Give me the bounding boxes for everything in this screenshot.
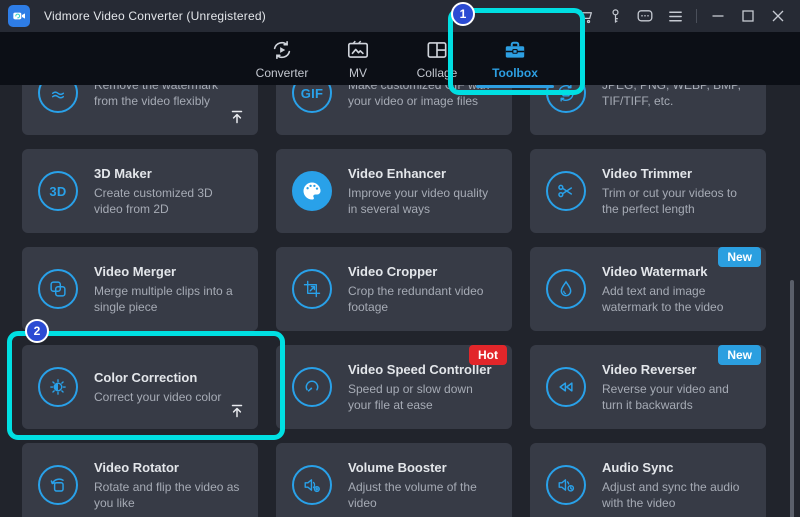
cart-icon[interactable] bbox=[576, 7, 594, 25]
rewind-icon bbox=[546, 367, 586, 407]
tab-toolbox[interactable]: Toolbox bbox=[475, 37, 555, 88]
card-gif-maker[interactable]: GIF Make customized GIF with your video … bbox=[276, 85, 512, 135]
card-video-cropper[interactable]: Video Cropper Crop the redundant video f… bbox=[276, 247, 512, 331]
tab-converter[interactable]: Converter bbox=[242, 37, 322, 80]
card-description: Reverse your video and turn it backwards bbox=[602, 381, 752, 413]
tab-mv[interactable]: MV bbox=[318, 37, 398, 80]
scissors-icon bbox=[546, 171, 586, 211]
toolbox-panel: Remove the watermark from the video flex… bbox=[0, 85, 800, 517]
rotate-icon bbox=[38, 465, 78, 505]
card-description: Correct your video color bbox=[94, 389, 221, 405]
card-video-watermark[interactable]: New Video Watermark Add text and image w… bbox=[530, 247, 766, 331]
card-title: Video Rotator bbox=[94, 460, 244, 475]
card-3d-maker[interactable]: 3D 3D Maker Create customized 3D video f… bbox=[22, 149, 258, 233]
toolbox-icon bbox=[502, 37, 528, 63]
card-video-enhancer[interactable]: Video Enhancer Improve your video qualit… bbox=[276, 149, 512, 233]
3d-icon-text: 3D bbox=[49, 184, 66, 199]
tab-toolbox-label: Toolbox bbox=[492, 66, 538, 80]
card-volume-booster[interactable]: Volume Booster Adjust the volume of the … bbox=[276, 443, 512, 517]
card-watermark-remover[interactable]: Remove the watermark from the video flex… bbox=[22, 85, 258, 135]
active-tab-underline bbox=[476, 85, 554, 88]
tab-mv-label: MV bbox=[349, 66, 367, 80]
card-video-merger[interactable]: Video Merger Merge multiple clips into a… bbox=[22, 247, 258, 331]
image-converter-icon bbox=[546, 85, 586, 113]
card-description: Add text and image watermark to the vide… bbox=[602, 283, 752, 315]
app-logo-icon bbox=[8, 5, 30, 27]
tool-grid: Remove the watermark from the video flex… bbox=[22, 85, 766, 517]
card-description: Adjust and sync the audio with the video bbox=[602, 479, 752, 511]
converter-icon bbox=[269, 37, 295, 63]
tab-collage[interactable]: Collage bbox=[397, 37, 477, 80]
card-description: JPEG, PNG, WEBP, BMP, TIF/TIFF, etc. bbox=[602, 85, 752, 109]
close-button[interactable] bbox=[769, 7, 787, 25]
card-description: Create customized 3D video from 2D bbox=[94, 185, 244, 217]
gif-maker-icon: GIF bbox=[292, 85, 332, 113]
card-title: Video Cropper bbox=[348, 264, 498, 279]
collage-icon bbox=[424, 37, 450, 63]
card-title: 3D Maker bbox=[94, 166, 244, 181]
card-title: Video Merger bbox=[94, 264, 244, 279]
card-title: Audio Sync bbox=[602, 460, 752, 475]
key-icon[interactable] bbox=[606, 7, 624, 25]
vertical-scrollbar-thumb[interactable] bbox=[790, 280, 794, 517]
watermark-remover-icon bbox=[38, 85, 78, 113]
card-description: Merge multiple clips into a single piece bbox=[94, 283, 244, 315]
card-video-reverser[interactable]: New Video Reverser Reverse your video an… bbox=[530, 345, 766, 429]
window-title: Vidmore Video Converter (Unregistered) bbox=[44, 9, 266, 23]
titlebar: Vidmore Video Converter (Unregistered) bbox=[0, 0, 800, 32]
gauge-icon bbox=[292, 367, 332, 407]
crop-icon bbox=[292, 269, 332, 309]
card-color-correction[interactable]: Color Correction Correct your video colo… bbox=[22, 345, 258, 429]
feedback-icon[interactable] bbox=[636, 7, 654, 25]
card-video-speed-controller[interactable]: Hot Video Speed Controller Speed up or s… bbox=[276, 345, 512, 429]
new-badge: New bbox=[718, 247, 761, 267]
audio-clock-icon bbox=[546, 465, 586, 505]
palette-icon bbox=[292, 171, 332, 211]
card-description: Make customized GIF with your video or i… bbox=[348, 85, 498, 109]
card-description: Remove the watermark from the video flex… bbox=[94, 85, 244, 109]
card-description: Crop the redundant video footage bbox=[348, 283, 498, 315]
sun-icon bbox=[38, 367, 78, 407]
new-badge: New bbox=[718, 345, 761, 365]
card-video-rotator[interactable]: Video Rotator Rotate and flip the video … bbox=[22, 443, 258, 517]
3d-icon: 3D bbox=[38, 171, 78, 211]
gif-icon-text: GIF bbox=[301, 86, 324, 101]
card-description: Rotate and flip the video as you like bbox=[94, 479, 244, 511]
maximize-button[interactable] bbox=[739, 7, 757, 25]
card-description: Speed up or slow down your file at ease bbox=[348, 381, 498, 413]
volume-plus-icon bbox=[292, 465, 332, 505]
titlebar-separator bbox=[696, 9, 697, 23]
tab-collage-label: Collage bbox=[417, 66, 458, 80]
card-title: Volume Booster bbox=[348, 460, 498, 475]
card-description: Trim or cut your videos to the perfect l… bbox=[602, 185, 752, 217]
step-2-badge: 2 bbox=[25, 319, 49, 343]
card-audio-sync[interactable]: Audio Sync Adjust and sync the audio wit… bbox=[530, 443, 766, 517]
droplet-icon bbox=[546, 269, 586, 309]
merge-icon bbox=[38, 269, 78, 309]
app-window: Vidmore Video Converter (Unregistered) bbox=[0, 0, 800, 517]
card-title: Video Trimmer bbox=[602, 166, 752, 181]
main-navigation: Converter MV Collage bbox=[0, 32, 800, 85]
hot-badge: Hot bbox=[469, 345, 507, 365]
card-image-converter[interactable]: JPEG, PNG, WEBP, BMP, TIF/TIFF, etc. bbox=[530, 85, 766, 135]
card-title: Video Enhancer bbox=[348, 166, 498, 181]
minimize-button[interactable] bbox=[709, 7, 727, 25]
menu-icon[interactable] bbox=[666, 7, 684, 25]
step-1-badge: 1 bbox=[451, 2, 475, 26]
mv-icon bbox=[345, 37, 371, 63]
card-title: Color Correction bbox=[94, 370, 221, 385]
card-description: Improve your video quality in several wa… bbox=[348, 185, 498, 217]
card-video-trimmer[interactable]: Video Trimmer Trim or cut your videos to… bbox=[530, 149, 766, 233]
collapse-top-icon[interactable] bbox=[228, 402, 246, 420]
card-description: Adjust the volume of the video bbox=[348, 479, 498, 511]
tab-converter-label: Converter bbox=[256, 66, 309, 80]
collapse-top-icon[interactable] bbox=[228, 108, 246, 126]
